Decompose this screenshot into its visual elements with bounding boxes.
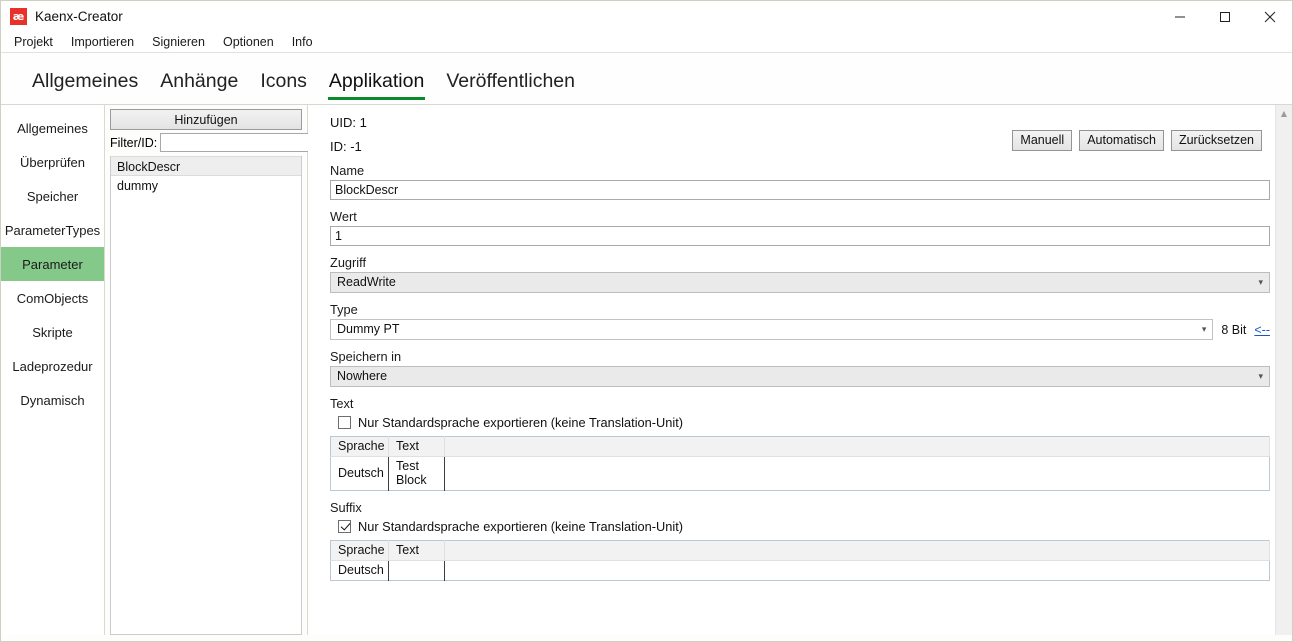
suffix-section-label: Suffix — [330, 500, 362, 515]
suffix-default-language-checkbox-row[interactable]: Nur Standardsprache exportieren (keine T… — [338, 519, 1270, 534]
text-header-text: Text — [388, 436, 445, 457]
sidebar-item-allgemeines[interactable]: Allgemeines — [1, 111, 104, 145]
type-value: Dummy PT — [330, 319, 1214, 340]
parameter-list: BlockDescr dummy — [110, 156, 302, 635]
filter-row: Filter/ID: — [110, 133, 330, 152]
type-bitsize: 8 Bit — [1221, 322, 1247, 337]
tab-icons[interactable]: Icons — [249, 70, 318, 104]
type-row: Dummy PT ▾ 8 Bit <-- — [330, 319, 1270, 340]
text-cell-sprache[interactable]: Deutsch — [330, 456, 389, 491]
menu-item-info[interactable]: Info — [286, 33, 322, 51]
automatisch-button[interactable]: Automatisch — [1079, 130, 1164, 151]
sidebar-item-skripte[interactable]: Skripte — [1, 315, 104, 349]
speichern-value: Nowhere — [330, 366, 1270, 387]
tab-veroeffentlichen[interactable]: Veröffentlichen — [435, 70, 586, 104]
window-title: Kaenx-Creator — [35, 9, 123, 24]
menu-item-projekt[interactable]: Projekt — [8, 33, 62, 51]
text-header-sprache: Sprache — [330, 436, 389, 457]
sidebar-item-dynamisch[interactable]: Dynamisch — [1, 383, 104, 417]
add-parameter-button[interactable]: Hinzufügen — [110, 109, 302, 130]
text-checkbox-label: Nur Standardsprache exportieren (keine T… — [358, 415, 684, 430]
checkbox-unchecked-icon[interactable] — [338, 416, 351, 429]
parameter-list-panel: Hinzufügen Filter/ID: BlockDescr dummy — [105, 105, 330, 635]
menu-item-signieren[interactable]: Signieren — [146, 33, 214, 51]
type-select[interactable]: Dummy PT ▾ — [330, 319, 1214, 340]
suffix-header-sprache: Sprache — [330, 540, 389, 561]
suffix-checkbox-label: Nur Standardsprache exportieren (keine T… — [358, 519, 684, 534]
table-header-row: Sprache Text — [330, 540, 1270, 561]
table-header-row: Sprache Text — [330, 436, 1270, 457]
suffix-cell-text[interactable] — [388, 560, 445, 581]
list-item[interactable]: BlockDescr — [111, 156, 301, 176]
zugriff-label: Zugriff — [330, 255, 367, 270]
filter-input[interactable] — [160, 133, 330, 152]
table-row: Deutsch Test Block — [330, 456, 1270, 491]
tab-allgemeines[interactable]: Allgemeines — [21, 70, 149, 104]
zugriff-value: ReadWrite — [330, 272, 1270, 293]
window-controls — [1157, 1, 1292, 32]
manuell-button[interactable]: Manuell — [1012, 130, 1073, 151]
wert-label: Wert — [330, 209, 357, 224]
tab-applikation[interactable]: Applikation — [318, 70, 435, 104]
sidebar-item-ueberpruefen[interactable]: Überprüfen — [1, 145, 104, 179]
speichern-label: Speichern in — [330, 349, 402, 364]
tab-anhaenge[interactable]: Anhänge — [149, 70, 249, 104]
menu-item-optionen[interactable]: Optionen — [217, 33, 283, 51]
text-language-table: Sprache Text Deutsch Test Block — [330, 436, 1270, 491]
table-row: Deutsch — [330, 560, 1270, 581]
zugriff-select[interactable]: ReadWrite ▾ — [330, 272, 1270, 293]
application-window: æ Kaenx-Creator Projekt Importieren Sign… — [0, 0, 1293, 642]
zuruecksetzen-button[interactable]: Zurücksetzen — [1170, 130, 1262, 151]
app-logo-icon: æ — [10, 8, 27, 25]
mode-button-group: Manuell Automatisch Zurücksetzen — [1012, 130, 1262, 151]
sidebar-item-speicher[interactable]: Speicher — [1, 179, 104, 213]
suffix-header-filler — [444, 540, 1270, 561]
menu-bar: Projekt Importieren Signieren Optionen I… — [1, 32, 1292, 53]
filter-label: Filter/ID: — [110, 135, 158, 150]
suffix-cell-sprache[interactable]: Deutsch — [330, 560, 389, 581]
checkbox-checked-icon[interactable] — [338, 520, 351, 533]
scroll-up-icon[interactable]: ▲ — [1276, 105, 1292, 122]
type-jump-link[interactable]: <-- — [1254, 323, 1270, 337]
sidebar-item-comobjects[interactable]: ComObjects — [1, 281, 104, 315]
suffix-cell-filler — [444, 560, 1270, 581]
name-input[interactable] — [330, 180, 1270, 200]
maximize-icon[interactable] — [1202, 1, 1247, 32]
text-default-language-checkbox-row[interactable]: Nur Standardsprache exportieren (keine T… — [338, 415, 1270, 430]
close-icon[interactable] — [1247, 1, 1292, 32]
suffix-language-table: Sprache Text Deutsch — [330, 540, 1270, 581]
parameter-detail-panel: UID: 1 ID: -1 Manuell Automatisch Zurück… — [308, 105, 1292, 635]
text-cell-filler — [444, 456, 1270, 491]
name-label: Name — [330, 163, 365, 178]
detail-scrollbar[interactable]: ▲ — [1275, 105, 1292, 635]
uid-value: UID: 1 — [330, 115, 367, 130]
main-body: Allgemeines Überprüfen Speicher Paramete… — [1, 105, 1292, 635]
wert-input[interactable] — [330, 226, 1270, 246]
text-section-label: Text — [330, 396, 354, 411]
main-tab-bar: Allgemeines Anhänge Icons Applikation Ve… — [1, 53, 1292, 105]
sidebar-item-parameter[interactable]: Parameter — [1, 247, 104, 281]
type-label: Type — [330, 302, 358, 317]
title-bar: æ Kaenx-Creator — [1, 1, 1292, 32]
text-cell-text[interactable]: Test Block — [388, 456, 445, 491]
suffix-header-text: Text — [388, 540, 445, 561]
menu-item-importieren[interactable]: Importieren — [65, 33, 143, 51]
sidebar-item-parametertypes[interactable]: ParameterTypes — [1, 213, 104, 247]
list-item[interactable]: dummy — [111, 176, 301, 196]
sidebar-item-ladeprozedur[interactable]: Ladeprozedur — [1, 349, 104, 383]
speichern-select[interactable]: Nowhere ▾ — [330, 366, 1270, 387]
text-header-filler — [444, 436, 1270, 457]
minimize-icon[interactable] — [1157, 1, 1202, 32]
sidebar: Allgemeines Überprüfen Speicher Paramete… — [1, 105, 105, 635]
